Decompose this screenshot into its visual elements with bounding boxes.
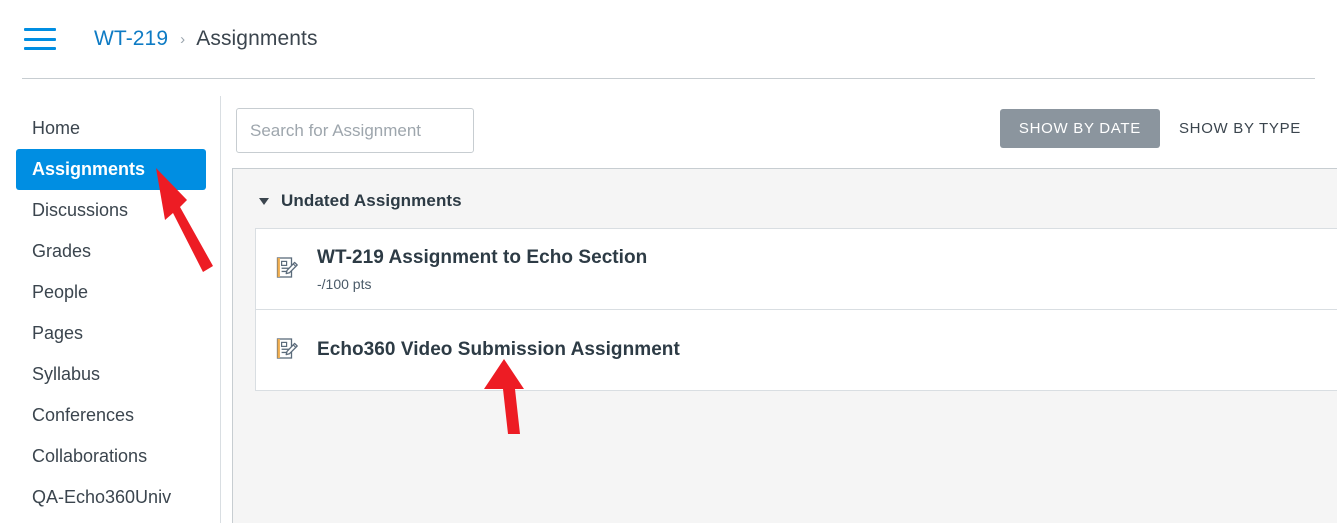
sidebar-item-pages[interactable]: Pages — [16, 313, 206, 354]
canvas-assignments-page: WT-219 › Assignments Home Assignments Di… — [0, 0, 1337, 523]
show-by-type-button[interactable]: SHOW BY TYPE — [1160, 109, 1320, 148]
view-toggle-group: SHOW BY DATE SHOW BY TYPE — [999, 109, 1320, 148]
assignment-list: WT-219 Assignment to Echo Section -/100 … — [255, 228, 1337, 391]
assignment-group-title: Undated Assignments — [281, 191, 462, 210]
assignment-points: -/100 pts — [317, 275, 372, 292]
caret-down-icon[interactable] — [259, 197, 269, 205]
breadcrumb-course-link[interactable]: WT-219 — [94, 27, 168, 51]
hamburger-menu-icon[interactable] — [24, 28, 56, 50]
assignment-row[interactable]: WT-219 Assignment to Echo Section -/100 … — [256, 229, 1337, 309]
sidebar-item-discussions[interactable]: Discussions — [16, 190, 206, 231]
assignment-details: Echo360 Video Submission Assignment — [317, 338, 680, 362]
header-divider — [22, 78, 1315, 79]
assignment-title[interactable]: Echo360 Video Submission Assignment — [317, 338, 680, 362]
sidebar-item-collaborations[interactable]: Collaborations — [16, 436, 206, 477]
sidebar-item-people[interactable]: People — [16, 272, 206, 313]
breadcrumb: WT-219 › Assignments — [94, 27, 318, 51]
assignment-document-pencil-icon — [276, 257, 298, 278]
sidebar-item-assignments[interactable]: Assignments — [16, 149, 206, 190]
assignment-group-panel: Undated Assignments WT-219 Assignment to… — [232, 168, 1337, 523]
breadcrumb-separator-icon: › — [180, 30, 186, 48]
breadcrumb-current-page: Assignments — [196, 27, 318, 50]
assignment-title[interactable]: WT-219 Assignment to Echo Section — [317, 246, 647, 270]
assignments-toolbar: SHOW BY DATE SHOW BY TYPE — [236, 108, 1322, 156]
assignment-details: WT-219 Assignment to Echo Section -/100 … — [317, 246, 647, 293]
assignment-row[interactable]: Echo360 Video Submission Assignment — [256, 309, 1337, 390]
sidebar-item-qa-echo360univ[interactable]: QA-Echo360Univ — [16, 477, 206, 518]
sidebar-item-conferences[interactable]: Conferences — [16, 395, 206, 436]
search-input[interactable] — [236, 108, 474, 153]
assignment-document-pencil-icon — [276, 338, 298, 359]
assignments-content: SHOW BY DATE SHOW BY TYPE Undated Assign… — [221, 96, 1337, 523]
sidebar-item-grades[interactable]: Grades — [16, 231, 206, 272]
sidebar-item-syllabus[interactable]: Syllabus — [16, 354, 206, 395]
sidebar-item-home[interactable]: Home — [16, 108, 206, 149]
top-bar: WT-219 › Assignments — [0, 0, 1337, 78]
course-navigation-sidebar: Home Assignments Discussions Grades Peop… — [0, 96, 221, 523]
assignment-group-header[interactable]: Undated Assignments — [233, 169, 1337, 228]
show-by-date-button[interactable]: SHOW BY DATE — [999, 109, 1160, 148]
